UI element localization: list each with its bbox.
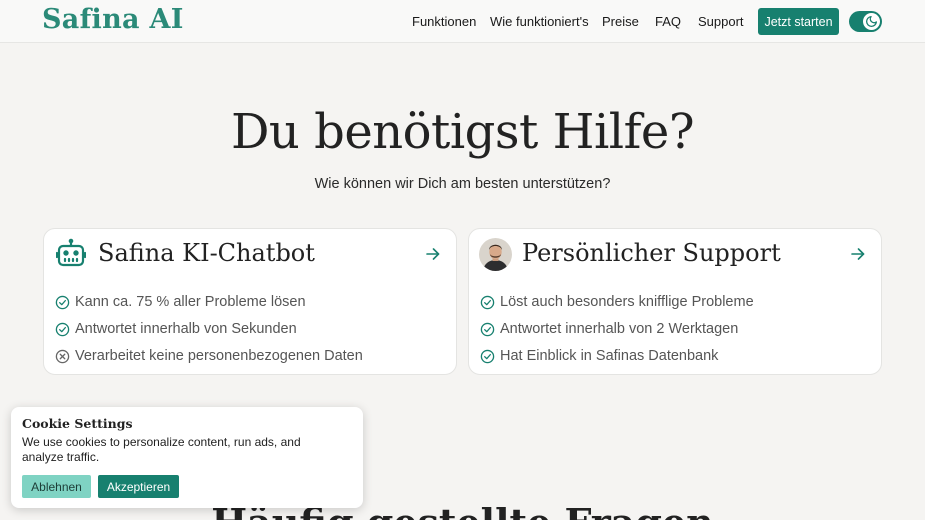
- feature-text: Löst auch besonders knifflige Probleme: [500, 294, 754, 310]
- moon-icon: [863, 13, 880, 30]
- cookie-banner: Cookie Settings We use cookies to person…: [11, 407, 363, 508]
- logo[interactable]: Safina AI: [42, 4, 184, 35]
- check-circle-icon: [480, 322, 495, 336]
- cookie-text: We use cookies to personalize content, r…: [22, 435, 301, 464]
- feature-item: Hat Einblick in Safinas Datenbank: [480, 346, 718, 366]
- nav-link-funktionen[interactable]: Funktionen: [412, 14, 476, 29]
- personal-support-card[interactable]: Persönlicher Support Löst auch besonders…: [468, 228, 882, 375]
- feature-text: Verarbeitet keine personenbezogenen Date…: [75, 348, 363, 364]
- theme-toggle[interactable]: [849, 11, 882, 32]
- page-subtitle: Wie können wir Dich am besten unterstütz…: [314, 176, 611, 192]
- check-circle-icon: [480, 295, 495, 309]
- arrow-right-icon[interactable]: [851, 247, 865, 266]
- x-circle-icon: [55, 349, 70, 363]
- cookie-title: Cookie Settings: [22, 416, 133, 431]
- feature-item: Verarbeitet keine personenbezogenen Date…: [55, 346, 363, 366]
- nav-link-support[interactable]: Support: [698, 14, 744, 29]
- feature-text: Kann ca. 75 % aller Probleme lösen: [75, 294, 306, 310]
- decline-cookies-button[interactable]: Ablehnen: [22, 475, 91, 498]
- feature-item: Kann ca. 75 % aller Probleme lösen: [55, 292, 306, 312]
- feature-item: Antwortet innerhalb von 2 Werktagen: [480, 319, 738, 339]
- arrow-right-icon[interactable]: [426, 247, 440, 266]
- feature-item: Löst auch besonders knifflige Probleme: [480, 292, 754, 312]
- check-circle-icon: [480, 349, 495, 363]
- nav-link-faq[interactable]: FAQ: [655, 14, 681, 29]
- nav-link-preise[interactable]: Preise: [602, 14, 639, 29]
- check-circle-icon: [55, 322, 70, 336]
- avatar: [479, 238, 512, 271]
- feature-text: Antwortet innerhalb von Sekunden: [75, 321, 297, 337]
- chatbot-card[interactable]: Safina KI-Chatbot Kann ca. 75 % aller Pr…: [43, 228, 457, 375]
- support-card-title: Persönlicher Support: [522, 239, 781, 267]
- feature-text: Antwortet innerhalb von 2 Werktagen: [500, 321, 739, 337]
- page-title: Du benötigst Hilfe?: [230, 104, 695, 160]
- start-button[interactable]: Jetzt starten: [758, 8, 839, 35]
- robot-icon: [55, 238, 87, 273]
- chatbot-card-title: Safina KI-Chatbot: [98, 239, 315, 267]
- navbar: Safina AI Funktionen Wie funktioniert's …: [0, 0, 925, 43]
- check-circle-icon: [55, 295, 70, 309]
- feature-item: Antwortet innerhalb von Sekunden: [55, 319, 297, 339]
- feature-text: Hat Einblick in Safinas Datenbank: [500, 348, 719, 364]
- nav-link-wie-funktionierts[interactable]: Wie funktioniert's: [490, 14, 589, 29]
- accept-cookies-button[interactable]: Akzeptieren: [98, 475, 179, 498]
